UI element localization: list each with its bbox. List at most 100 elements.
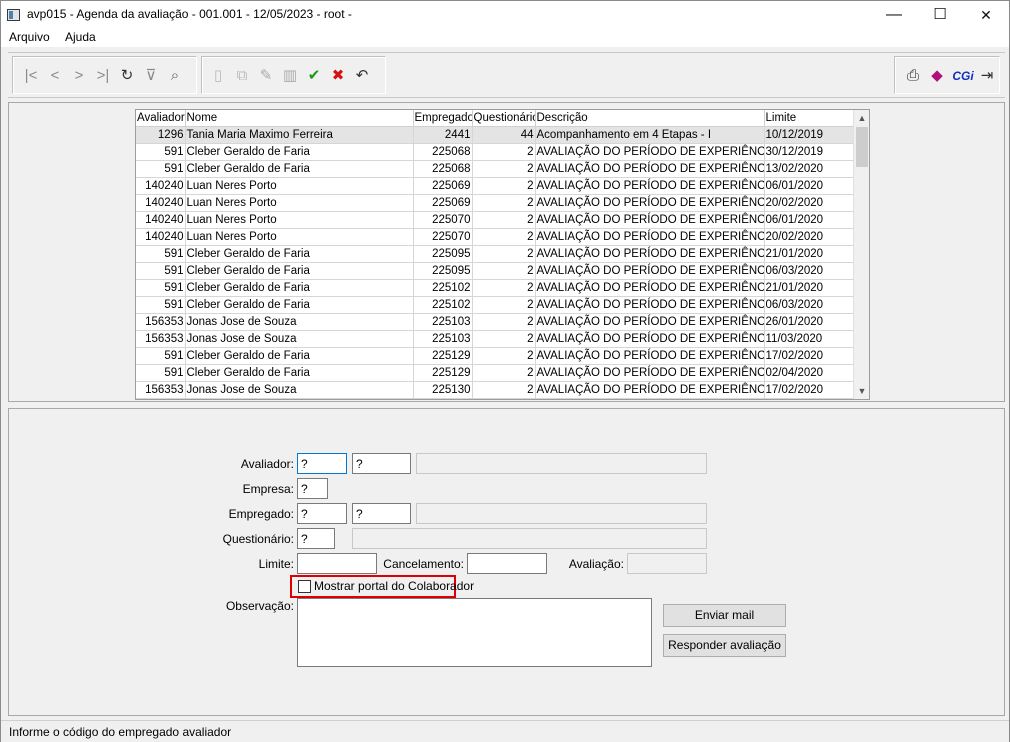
cell-descricao: AVALIAÇÃO DO PERÍODO DE EXPERIÊNCIA [535, 177, 765, 195]
cell-avaliador: 591 [136, 296, 186, 314]
table-row[interactable]: 1296 Tania Maria Maximo Ferreira 2441 44 Aco… [136, 126, 855, 144]
exit-door-icon[interactable]: ⇥ [977, 66, 997, 86]
table-row[interactable]: 156353 Jonas Jose de Souza 225103 2 AVALIAÇÃ… [136, 330, 855, 348]
table-row[interactable]: 140240 Luan Neres Porto 225070 2 AVALIAÇÃO D… [136, 211, 855, 229]
edit-icon[interactable]: ✎ [256, 66, 276, 86]
cell-limite: 20/02/2020 [764, 228, 855, 246]
edit-toolbar-group: ▯ ⧉ ✎ ▥ ✔ ✖ ↶ [201, 56, 386, 94]
mostrar-portal-highlight: Mostrar portal do Colaborador [290, 575, 474, 598]
cell-nome: Tania Maria Maximo Ferreira [185, 126, 414, 144]
first-record-icon[interactable]: |< [21, 66, 41, 86]
cell-descricao: AVALIAÇÃO DO PERÍODO DE EXPERIÊNCIA [535, 313, 765, 331]
table-row[interactable]: 140240 Luan Neres Porto 225069 2 AVALIAÇÃO D… [136, 177, 855, 195]
minimize-button[interactable]: — [871, 1, 917, 29]
cell-empregado: 225102 [413, 279, 473, 297]
print-icon[interactable]: ⎙ [903, 66, 923, 86]
empregado-code2-input[interactable] [352, 503, 411, 524]
cell-limite: 21/01/2020 [764, 279, 855, 297]
previous-record-icon[interactable]: < [45, 66, 65, 86]
questionario-code-input[interactable] [297, 528, 335, 549]
table-row[interactable]: 140240 Luan Neres Porto 225069 2 AVALIAÇÃO D… [136, 194, 855, 212]
limite-input[interactable] [297, 553, 377, 574]
avaliacao-field [627, 553, 707, 574]
cell-avaliador: 156353 [136, 381, 186, 399]
cell-nome: Cleber Geraldo de Faria [185, 160, 414, 178]
cell-nome: Cleber Geraldo de Faria [185, 143, 414, 161]
table-row[interactable]: 156353 Jonas Jose de Souza 225130 2 AVALIAÇÃ… [136, 381, 855, 399]
cancelamento-input[interactable] [467, 553, 547, 574]
empregado-name-field [416, 503, 707, 524]
questionario-label: Questionário: [222, 532, 294, 546]
avaliador-code2-input[interactable] [352, 453, 411, 474]
table-row[interactable]: 591 Cleber Geraldo de Faria 225095 2 AVALIAÇ… [136, 262, 855, 280]
refresh-icon[interactable]: ↻ [117, 66, 137, 86]
cell-empregado: 225070 [413, 211, 473, 229]
cell-avaliador: 591 [136, 160, 186, 178]
cell-limite: 11/03/2020 [764, 330, 855, 348]
empresa-code-input[interactable] [297, 478, 328, 499]
cancel-icon[interactable]: ✖ [328, 66, 348, 86]
cell-questionario: 2 [472, 381, 536, 399]
last-record-icon[interactable]: >| [93, 66, 113, 86]
close-button[interactable]: ✕ [963, 1, 1009, 29]
column-header-descricao[interactable]: Descrição [535, 110, 765, 127]
maximize-button[interactable]: ☐ [917, 1, 963, 29]
cell-descricao: AVALIAÇÃO DO PERÍODO DE EXPERIÊNCIA [535, 279, 765, 297]
table-row[interactable]: 140240 Luan Neres Porto 225070 2 AVALIAÇÃO D… [136, 228, 855, 246]
cell-descricao: AVALIAÇÃO DO PERÍODO DE EXPERIÊNCIA [535, 245, 765, 263]
cell-questionario: 2 [472, 313, 536, 331]
table-row[interactable]: 591 Cleber Geraldo de Faria 225068 2 AVALIAÇ… [136, 143, 855, 161]
cell-limite: 06/01/2020 [764, 211, 855, 229]
column-header-limite[interactable]: Limite [764, 110, 855, 127]
cell-descricao: AVALIAÇÃO DO PERÍODO DE EXPERIÊNCIA [535, 330, 765, 348]
undo-icon[interactable]: ↶ [352, 66, 372, 86]
empregado-code-input[interactable] [297, 503, 347, 524]
menu-ajuda[interactable]: Ajuda [65, 30, 96, 44]
delete-icon[interactable]: ▥ [280, 66, 300, 86]
scroll-down-icon[interactable]: ▼ [854, 383, 869, 399]
cell-descricao: AVALIAÇÃO DO PERÍODO DE EXPERIÊNCIA [535, 347, 765, 365]
next-record-icon[interactable]: > [69, 66, 89, 86]
new-icon[interactable]: ▯ [208, 66, 228, 86]
cell-avaliador: 140240 [136, 177, 186, 195]
mostrar-portal-label[interactable]: Mostrar portal do Colaborador [314, 579, 474, 593]
cancelamento-label: Cancelamento: [383, 557, 464, 571]
cell-limite: 06/01/2020 [764, 177, 855, 195]
table-row[interactable]: 156353 Jonas Jose de Souza 225103 2 AVALIAÇÃ… [136, 313, 855, 331]
cell-nome: Cleber Geraldo de Faria [185, 296, 414, 314]
enviar-mail-button[interactable]: Enviar mail [663, 604, 786, 627]
cell-nome: Luan Neres Porto [185, 211, 414, 229]
table-row[interactable]: 591 Cleber Geraldo de Faria 225129 2 AVALIAÇ… [136, 364, 855, 382]
help-book-icon[interactable]: ◆ [927, 66, 947, 86]
copy-icon[interactable]: ⧉ [232, 66, 252, 86]
cell-empregado: 225069 [413, 194, 473, 212]
column-header-questionario[interactable]: Questionário [472, 110, 536, 127]
avaliador-code-input[interactable] [297, 453, 347, 474]
table-row[interactable]: 591 Cleber Geraldo de Faria 225102 2 AVALIAÇ… [136, 279, 855, 297]
observacao-textarea[interactable] [297, 598, 652, 667]
menu-arquivo[interactable]: Arquivo [9, 30, 50, 44]
confirm-icon[interactable]: ✔ [304, 66, 324, 86]
column-header-empregado[interactable]: Empregado [413, 110, 473, 127]
table-row[interactable]: 591 Cleber Geraldo de Faria 225129 2 AVALIAÇ… [136, 347, 855, 365]
cell-nome: Cleber Geraldo de Faria [185, 364, 414, 382]
column-header-nome[interactable]: Nome [185, 110, 414, 127]
column-header-avaliador[interactable]: Avaliador [136, 110, 186, 127]
scroll-thumb[interactable] [856, 127, 868, 167]
filter-icon[interactable]: ⊽ [141, 66, 161, 86]
table-row[interactable]: 591 Cleber Geraldo de Faria 225095 2 AVALIAÇ… [136, 245, 855, 263]
mostrar-portal-checkbox[interactable] [298, 580, 311, 593]
cgi-icon[interactable]: CGi [951, 66, 975, 86]
cell-questionario: 2 [472, 262, 536, 280]
search-record-icon[interactable]: ⌕ [165, 66, 185, 86]
table-row[interactable]: 591 Cleber Geraldo de Faria 225068 2 AVALIAÇ… [136, 160, 855, 178]
responder-avaliacao-button[interactable]: Responder avaliação [663, 634, 786, 657]
grid-vertical-scrollbar[interactable]: ▲ ▼ [853, 110, 869, 399]
toolbar: |< < > >| ↻ ⊽ ⌕ ▯ ⧉ ✎ ▥ ✔ ✖ ↶ ⎙ ◆ CGi ⇥ [8, 52, 1005, 98]
cell-empregado: 225103 [413, 313, 473, 331]
table-row[interactable]: 591 Cleber Geraldo de Faria 225102 2 AVALIAÇ… [136, 296, 855, 314]
questionario-description-field [352, 528, 707, 549]
scroll-up-icon[interactable]: ▲ [854, 110, 869, 126]
cell-avaliador: 591 [136, 347, 186, 365]
cell-descricao: AVALIAÇÃO DO PERÍODO DE EXPERIÊNCIA [535, 211, 765, 229]
